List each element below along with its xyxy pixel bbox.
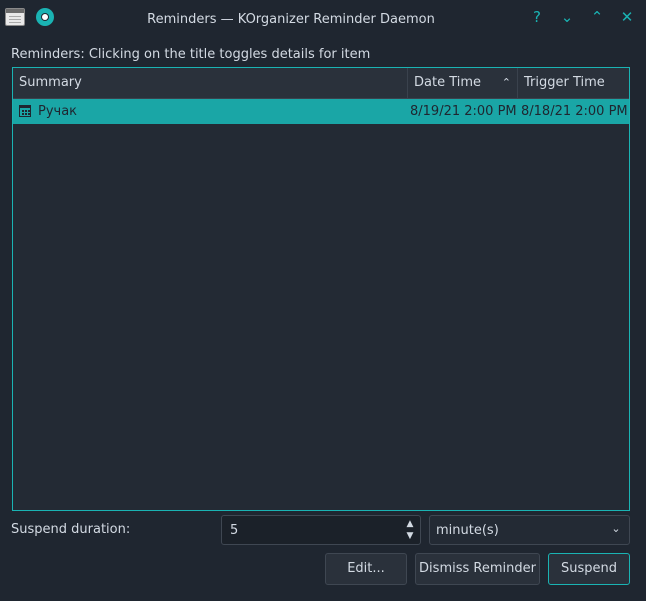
reminder-list[interactable]: Summary Date Time ⌃ Trigger Time Ручак 8… xyxy=(12,67,630,511)
column-header-date-time[interactable]: Date Time ⌃ xyxy=(408,68,518,98)
suspend-duration-label: Suspend duration: xyxy=(11,522,131,537)
list-header: Summary Date Time ⌃ Trigger Time xyxy=(13,68,629,99)
suspend-duration-value: 5 xyxy=(230,523,239,538)
spin-up-icon[interactable]: ▲ xyxy=(404,518,416,530)
edit-button[interactable]: Edit... xyxy=(325,553,407,585)
reminders-heading: Reminders: Clicking on the title toggles… xyxy=(11,47,371,62)
dismiss-reminder-button[interactable]: Dismiss Reminder xyxy=(415,553,540,585)
sort-ascending-icon: ⌃ xyxy=(501,76,511,89)
row-date-time: 8/19/21 2:00 PM xyxy=(410,104,517,119)
suspend-unit-value: minute(s) xyxy=(436,523,499,538)
row-summary: Ручак xyxy=(38,104,78,119)
column-header-trigger-time[interactable]: Trigger Time xyxy=(518,68,629,98)
suspend-button[interactable]: Suspend xyxy=(548,553,630,585)
help-button[interactable]: ? xyxy=(527,8,547,28)
window-title: Reminders — KOrganizer Reminder Daemon xyxy=(147,12,435,27)
title-bar: Reminders — KOrganizer Reminder Daemon ?… xyxy=(0,0,646,40)
suspend-unit-select[interactable]: minute(s) ⌄ xyxy=(429,515,630,545)
close-button[interactable]: ✕ xyxy=(617,8,637,28)
suspend-duration-spinbox[interactable]: 5 ▲ ▼ xyxy=(221,515,421,545)
minimize-button[interactable]: ⌄ xyxy=(557,8,577,28)
table-row[interactable]: Ручак 8/19/21 2:00 PM 8/18/21 2:00 PM xyxy=(13,99,629,124)
row-trigger-time: 8/18/21 2:00 PM xyxy=(521,104,628,119)
column-header-date-time-label: Date Time xyxy=(414,75,482,90)
calendar-icon xyxy=(19,105,31,117)
column-header-summary[interactable]: Summary xyxy=(13,68,408,98)
chevron-down-icon: ⌄ xyxy=(611,522,621,535)
spin-down-icon[interactable]: ▼ xyxy=(404,530,416,542)
maximize-button[interactable]: ⌃ xyxy=(587,8,607,28)
